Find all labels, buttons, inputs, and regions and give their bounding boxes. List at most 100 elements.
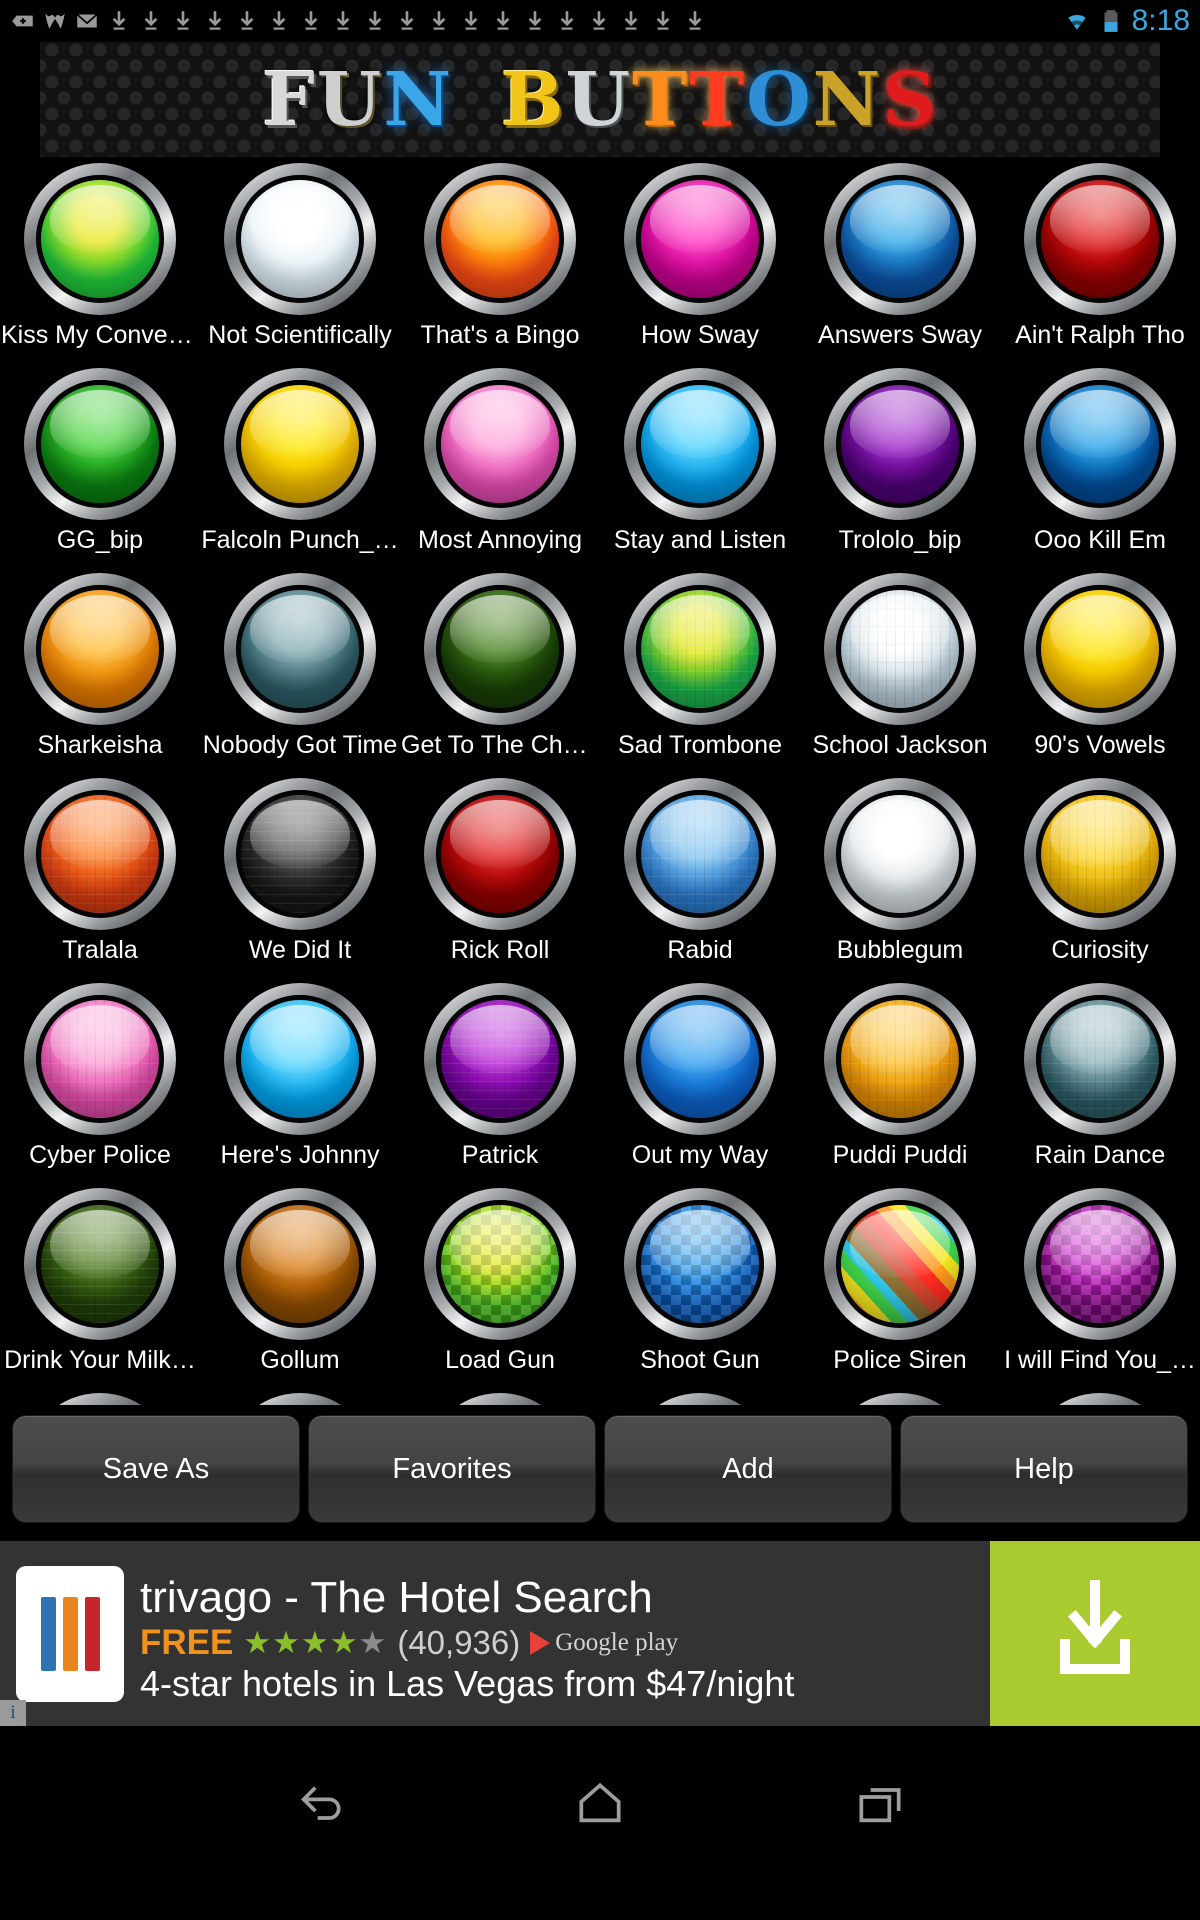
sound-button-cell[interactable]: Shoot Gun (600, 1182, 800, 1387)
sound-button[interactable] (224, 778, 376, 930)
sound-button[interactable] (624, 163, 776, 315)
sound-button[interactable] (224, 163, 376, 315)
sound-button-cell[interactable] (0, 1387, 200, 1405)
sound-button[interactable] (424, 573, 576, 725)
sound-button[interactable] (24, 573, 176, 725)
sound-button[interactable] (224, 1393, 376, 1405)
button-chrome-bezel (824, 1393, 976, 1405)
sound-button[interactable] (824, 1393, 976, 1405)
sound-button-cell[interactable]: GG_bip (0, 362, 200, 567)
sound-button-cell[interactable]: Rabid (600, 772, 800, 977)
sound-button[interactable] (24, 983, 176, 1135)
sound-button[interactable] (24, 163, 176, 315)
sound-button-cell[interactable]: That's a Bingo (400, 157, 600, 362)
sound-button-cell[interactable]: Gollum (200, 1182, 400, 1387)
nav-recents-button[interactable] (852, 1776, 908, 1832)
sound-button-cell[interactable]: Drink Your Milk… (0, 1182, 200, 1387)
sound-button[interactable] (424, 1393, 576, 1405)
sound-button-cell[interactable]: School Jackson (800, 567, 1000, 772)
sound-button-cell[interactable]: Ooo Kill Em (1000, 362, 1200, 567)
sound-button[interactable] (24, 1188, 176, 1340)
favorites-button[interactable]: Favorites (308, 1415, 596, 1523)
sound-button-cell[interactable] (1000, 1387, 1200, 1405)
sound-button-cell[interactable]: Get To The Cho… (400, 567, 600, 772)
sound-button-cell[interactable]: Nobody Got Time (200, 567, 400, 772)
sound-button[interactable] (824, 983, 976, 1135)
sound-button-cell[interactable]: Sad Trombone (600, 567, 800, 772)
sound-button[interactable] (1024, 1188, 1176, 1340)
sound-button[interactable] (224, 368, 376, 520)
sound-button-cell[interactable]: Here's Johnny (200, 977, 400, 1182)
sound-button[interactable] (1024, 573, 1176, 725)
sound-button-cell[interactable]: Answers Sway (800, 157, 1000, 362)
sound-button[interactable] (424, 1188, 576, 1340)
sound-button[interactable] (24, 368, 176, 520)
help-button[interactable]: Help (900, 1415, 1188, 1523)
sound-button-label: How Sway (640, 322, 760, 349)
sound-button[interactable] (824, 1188, 976, 1340)
sound-button-cell[interactable]: Sharkeisha (0, 567, 200, 772)
sound-button-cell[interactable]: Rain Dance (1000, 977, 1200, 1182)
save-as-button[interactable]: Save As (12, 1415, 300, 1523)
sound-button[interactable] (1024, 983, 1176, 1135)
sound-button-cell[interactable]: Cyber Police (0, 977, 200, 1182)
ad-install-button[interactable] (990, 1541, 1200, 1726)
sound-button-cell[interactable]: Not Scientifically (200, 157, 400, 362)
sound-button-cell[interactable]: Most Annoying (400, 362, 600, 567)
sound-button-cell[interactable]: Load Gun (400, 1182, 600, 1387)
sound-button-cell[interactable]: 90's Vowels (1000, 567, 1200, 772)
sound-button[interactable] (624, 1393, 776, 1405)
sound-button-cell[interactable] (800, 1387, 1000, 1405)
sound-button[interactable] (624, 983, 776, 1135)
sound-button[interactable] (824, 573, 976, 725)
sound-button[interactable] (1024, 163, 1176, 315)
sound-button[interactable] (624, 778, 776, 930)
sound-button-cell[interactable]: I will Find You_… (1000, 1182, 1200, 1387)
sound-button-label: Kiss My Conver… (1, 322, 199, 349)
sound-button-cell[interactable]: How Sway (600, 157, 800, 362)
sound-button-cell[interactable]: We Did It (200, 772, 400, 977)
sound-button[interactable] (424, 368, 576, 520)
ad-info-badge[interactable]: i (0, 1700, 26, 1726)
sound-button-cell[interactable]: Out my Way (600, 977, 800, 1182)
sound-button-cell[interactable]: Curiosity (1000, 772, 1200, 977)
sound-button[interactable] (1024, 368, 1176, 520)
sound-button[interactable] (624, 368, 776, 520)
sound-button[interactable] (624, 573, 776, 725)
sound-button[interactable] (824, 368, 976, 520)
sound-button-cell[interactable]: Rick Roll (400, 772, 600, 977)
add-button[interactable]: Add (604, 1415, 892, 1523)
sound-button-cell[interactable] (600, 1387, 800, 1405)
sound-button-grid-viewport[interactable]: Kiss My Conver… Not Scientifically That's … (0, 157, 1200, 1405)
sound-button[interactable] (824, 163, 976, 315)
sound-button-cell[interactable]: Falcoln Punch_… (200, 362, 400, 567)
sound-button[interactable] (424, 983, 576, 1135)
nav-back-button[interactable] (292, 1776, 348, 1832)
sound-button[interactable] (24, 778, 176, 930)
advertisement-banner[interactable]: trivago - The Hotel Search FREE ★★★★★ (4… (0, 1541, 1200, 1726)
sound-button-cell[interactable]: Tralala (0, 772, 200, 977)
sound-button-cell[interactable]: Stay and Listen (600, 362, 800, 567)
sound-button[interactable] (824, 778, 976, 930)
sound-button[interactable] (224, 1188, 376, 1340)
nav-home-button[interactable] (572, 1776, 628, 1832)
download-icon (688, 11, 702, 30)
sound-button-cell[interactable]: Patrick (400, 977, 600, 1182)
sound-button-cell[interactable] (200, 1387, 400, 1405)
sound-button[interactable] (1024, 1393, 1176, 1405)
trivago-logo-icon (16, 1565, 124, 1702)
sound-button-cell[interactable]: Puddi Puddi (800, 977, 1000, 1182)
sound-button[interactable] (224, 573, 376, 725)
sound-button-cell[interactable]: Trololo_bip (800, 362, 1000, 567)
sound-button[interactable] (424, 778, 576, 930)
sound-button[interactable] (1024, 778, 1176, 930)
sound-button-cell[interactable]: Bubblegum (800, 772, 1000, 977)
sound-button[interactable] (424, 163, 576, 315)
sound-button[interactable] (24, 1393, 176, 1405)
sound-button-cell[interactable]: Police Siren (800, 1182, 1000, 1387)
sound-button-cell[interactable]: Kiss My Conver… (0, 157, 200, 362)
sound-button-cell[interactable]: Ain't Ralph Tho (1000, 157, 1200, 362)
sound-button-cell[interactable] (400, 1387, 600, 1405)
sound-button[interactable] (624, 1188, 776, 1340)
sound-button[interactable] (224, 983, 376, 1135)
